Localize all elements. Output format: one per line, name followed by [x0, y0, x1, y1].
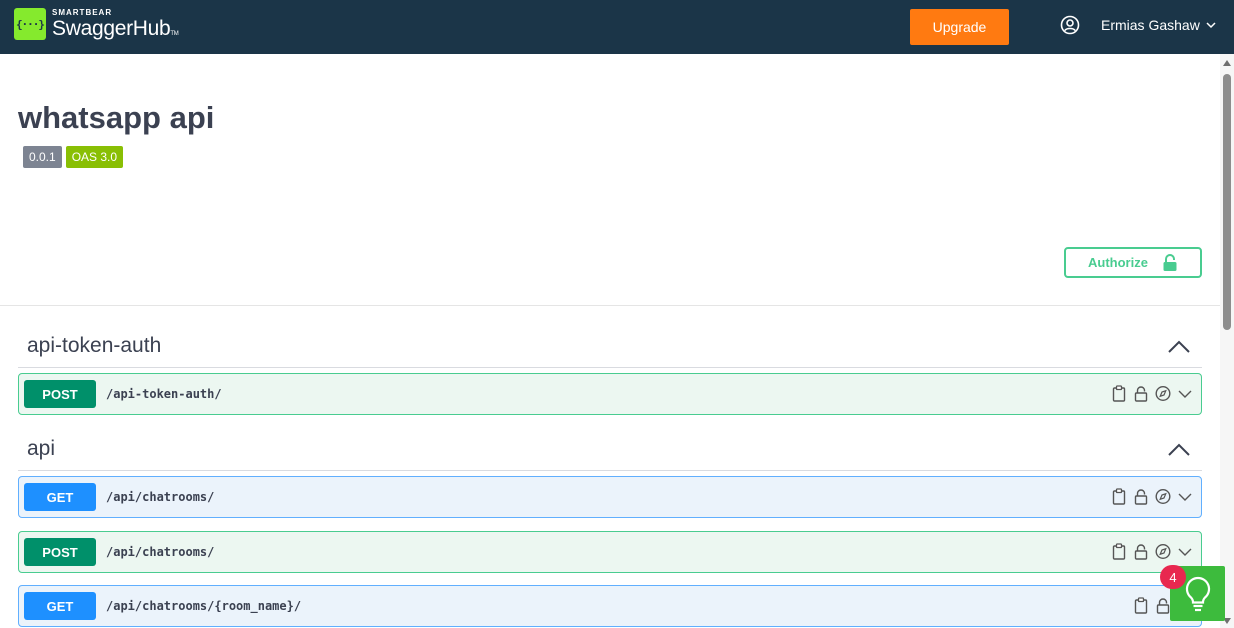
chevron-down-icon[interactable] — [1177, 385, 1193, 402]
chevron-up-icon[interactable] — [1168, 340, 1190, 354]
section-divider — [0, 305, 1220, 306]
lock-icon[interactable] — [1133, 543, 1149, 560]
operation-path: /api/chatrooms/{room_name}/ — [106, 599, 302, 613]
user-account-icon — [1060, 15, 1080, 35]
lock-icon[interactable] — [1155, 597, 1171, 614]
logo-icon: {···} — [14, 8, 46, 40]
method-badge: POST — [24, 380, 96, 408]
authorize-button[interactable]: Authorize — [1064, 247, 1202, 278]
operation-path: /api/chatrooms/ — [106, 490, 215, 504]
vertical-scrollbar[interactable] — [1220, 54, 1234, 628]
api-title: whatsapp api — [18, 100, 215, 135]
operation-actions — [1111, 543, 1193, 560]
chevron-down-icon[interactable] — [1177, 543, 1193, 560]
operation-row[interactable]: POST /api/chatrooms/ — [18, 531, 1202, 573]
lock-icon[interactable] — [1133, 488, 1149, 505]
logo-brand-name: SwaggerHubTM — [52, 18, 179, 39]
clipboard-icon[interactable] — [1133, 597, 1149, 614]
operation-actions — [1111, 488, 1193, 505]
logo-glyph: {···} — [15, 17, 45, 31]
chevron-down-icon[interactable] — [1177, 488, 1193, 505]
tag-section-api[interactable]: api — [18, 431, 1202, 471]
logo-wordmark: SMARTBEAR SwaggerHubTM — [52, 8, 179, 40]
notification-count-badge: 4 — [1160, 565, 1186, 589]
oas-version-badge: OAS 3.0 — [65, 146, 124, 168]
operation-path: /api-token-auth/ — [106, 387, 222, 401]
user-menu[interactable]: Ermias Gashaw — [1060, 15, 1216, 35]
lightbulb-icon — [1185, 576, 1210, 611]
compass-icon[interactable] — [1155, 543, 1171, 560]
clipboard-icon[interactable] — [1111, 543, 1127, 560]
method-badge: GET — [24, 483, 96, 511]
tag-title: api-token-auth — [27, 334, 162, 357]
method-badge: POST — [24, 538, 96, 566]
version-badge: 0.0.1 — [23, 146, 62, 168]
logo-trademark: TM — [170, 31, 179, 37]
upgrade-button[interactable]: Upgrade — [910, 9, 1009, 45]
operation-actions — [1111, 385, 1193, 402]
operation-path: /api/chatrooms/ — [106, 545, 215, 559]
logo-brand-name-text: SwaggerHub — [52, 17, 171, 40]
unlocked-padlock-icon — [1163, 253, 1177, 271]
logo-brand-small: SMARTBEAR — [52, 8, 113, 17]
version-badges: 0.0.1 OAS 3.0 — [23, 146, 124, 168]
user-name: Ermias Gashaw — [1101, 17, 1200, 33]
compass-icon[interactable] — [1155, 385, 1171, 402]
compass-icon[interactable] — [1155, 488, 1171, 505]
swaggerhub-logo[interactable]: {···} SMARTBEAR SwaggerHubTM — [14, 8, 179, 40]
authorize-label: Authorize — [1088, 255, 1148, 270]
tag-title: api — [27, 437, 56, 460]
method-badge: GET — [24, 592, 96, 620]
clipboard-icon[interactable] — [1111, 488, 1127, 505]
operation-row[interactable]: GET /api/chatrooms/ — [18, 476, 1202, 518]
scroll-up-arrow-icon[interactable] — [1223, 60, 1231, 66]
top-navigation-bar: {···} SMARTBEAR SwaggerHubTM Upgrade Erm… — [0, 0, 1234, 54]
operation-row[interactable]: POST /api-token-auth/ — [18, 373, 1202, 415]
scrollbar-thumb[interactable] — [1223, 74, 1231, 330]
clipboard-icon[interactable] — [1111, 385, 1127, 402]
lock-icon[interactable] — [1133, 385, 1149, 402]
chevron-up-icon[interactable] — [1168, 443, 1190, 457]
operation-row[interactable]: GET /api/chatrooms/{room_name}/ — [18, 585, 1202, 627]
chevron-down-icon — [1206, 22, 1216, 29]
tag-section-api-token-auth[interactable]: api-token-auth — [18, 328, 1202, 368]
